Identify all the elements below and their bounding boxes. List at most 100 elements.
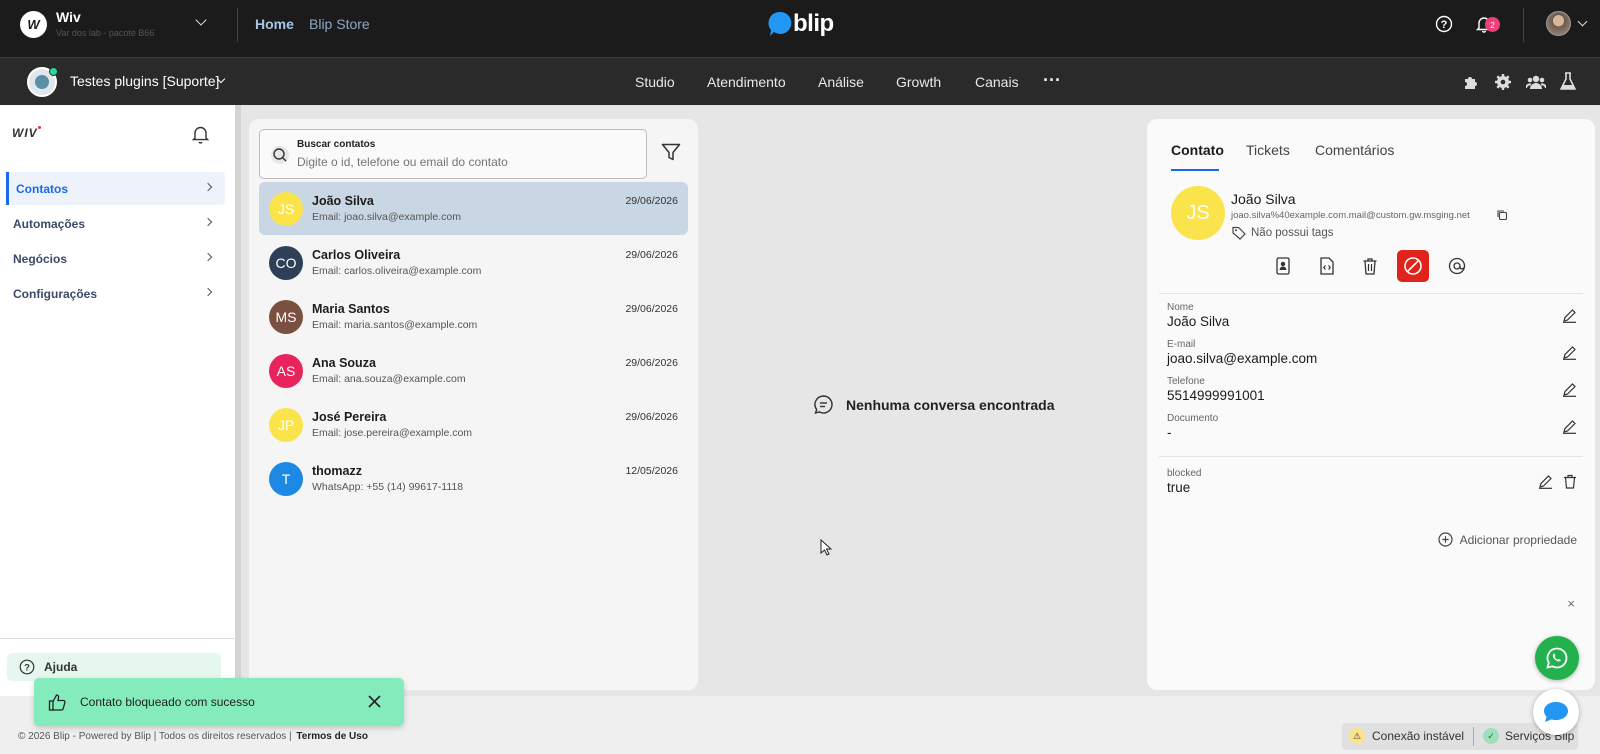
- bot-name[interactable]: Testes plugins [Suporte]: [70, 73, 219, 89]
- code-file-button[interactable]: [1311, 250, 1343, 282]
- contact-info: Ana Souza Email: ana.souza@example.com: [312, 356, 466, 385]
- toast-message: Contato bloqueado com sucesso: [80, 695, 255, 709]
- field-value: João Silva: [1167, 314, 1230, 329]
- menu-analise[interactable]: Análise: [818, 74, 864, 90]
- contact-subtitle: Email: ana.souza@example.com: [312, 373, 466, 385]
- search-box[interactable]: Buscar contatos: [259, 129, 647, 179]
- tab-tickets[interactable]: Tickets: [1246, 142, 1290, 158]
- divider: [237, 8, 238, 42]
- edit-icon[interactable]: [1562, 308, 1577, 323]
- trash-icon: [1363, 258, 1377, 275]
- online-indicator: [49, 67, 58, 76]
- contact-info: José Pereira Email: jose.pereira@example.…: [312, 410, 472, 439]
- sidebar-item-negocios[interactable]: Negócios: [6, 242, 225, 275]
- contact-row[interactable]: AS Ana Souza Email: ana.souza@example.com 2…: [259, 344, 688, 397]
- menu-growth[interactable]: Growth: [896, 74, 941, 90]
- blip-chat-button[interactable]: [1533, 689, 1579, 735]
- trash-icon[interactable]: [1563, 474, 1577, 489]
- search-label: Buscar contatos: [297, 139, 376, 150]
- more-menu-icon[interactable]: ···: [1043, 70, 1061, 91]
- field-label: Documento: [1167, 413, 1219, 424]
- bell-icon[interactable]: [191, 124, 210, 144]
- whatsapp-button[interactable]: [1535, 636, 1579, 680]
- contact-date: 29/06/2026: [625, 249, 678, 261]
- org-avatar[interactable]: W: [20, 11, 47, 38]
- block-icon: [1404, 257, 1422, 275]
- edit-icon[interactable]: [1562, 419, 1577, 434]
- divider: [1473, 727, 1474, 746]
- divider: [1523, 8, 1524, 42]
- sidebar-item-label: Automações: [13, 216, 86, 231]
- contact-info: Carlos Oliveira Email: carlos.oliveira@ex…: [312, 248, 481, 277]
- chevron-down-icon[interactable]: [195, 14, 207, 26]
- contact-avatar: JS: [1171, 186, 1225, 240]
- gear-icon[interactable]: [1494, 73, 1512, 91]
- status-connection[interactable]: ⚠ Conexão instável: [1349, 728, 1464, 744]
- contact-subtitle: Email: maria.santos@example.com: [312, 319, 478, 331]
- contact-subtitle: Email: carlos.oliveira@example.com: [312, 265, 482, 277]
- section-divider: [1159, 293, 1583, 294]
- filter-icon[interactable]: [661, 143, 681, 162]
- contact-row[interactable]: JP José Pereira Email: jose.pereira@exampl…: [259, 398, 688, 451]
- org-subtitle: Var dos lab - pacote B66: [56, 28, 155, 38]
- close-icon[interactable]: [368, 695, 381, 708]
- bot-avatar[interactable]: [27, 67, 58, 97]
- contact-card-button[interactable]: [1267, 250, 1299, 282]
- blip-bubble-icon: [768, 11, 792, 36]
- sidebar-item-contatos[interactable]: Contatos: [6, 172, 225, 205]
- contact-avatar: CO: [269, 245, 303, 280]
- org-name[interactable]: Wiv: [56, 9, 81, 25]
- tab-contato[interactable]: Contato: [1171, 142, 1224, 158]
- field-telefone: Telefone 5514999991001: [1167, 376, 1577, 403]
- nav-home[interactable]: Home: [255, 16, 294, 32]
- edit-icon[interactable]: [1562, 345, 1577, 360]
- terms-link[interactable]: Termos de Uso: [296, 731, 368, 742]
- tag-icon: [1232, 226, 1246, 240]
- svg-text:?: ?: [24, 663, 30, 674]
- help-icon[interactable]: ?: [1435, 15, 1453, 33]
- puzzle-icon[interactable]: [1462, 73, 1480, 91]
- contact-subtitle: Email: jose.pereira@example.com: [312, 427, 473, 439]
- team-icon[interactable]: [1526, 73, 1546, 91]
- contact-row[interactable]: CO Carlos Oliveira Email: carlos.oliveira@…: [259, 236, 688, 289]
- field-label: Nome: [1167, 302, 1194, 313]
- logo-dot: [38, 126, 41, 129]
- contact-name: João Silva: [312, 194, 374, 208]
- help-icon: ?: [19, 659, 35, 675]
- chevron-down-icon[interactable]: [1577, 16, 1588, 27]
- tab-comentarios[interactable]: Comentários: [1315, 142, 1394, 158]
- copy-icon[interactable]: [1496, 209, 1508, 221]
- menu-atendimento[interactable]: Atendimento: [707, 74, 786, 90]
- contact-avatar: T: [269, 461, 303, 496]
- help-label: Ajuda: [44, 660, 78, 674]
- chevron-right-icon: [203, 182, 213, 192]
- contact-date: 12/05/2026: [625, 465, 678, 477]
- warning-icon: ⚠: [1349, 728, 1365, 744]
- delete-contact-button[interactable]: [1354, 250, 1386, 282]
- menu-canais[interactable]: Canais: [975, 74, 1019, 90]
- help-button[interactable]: ? Ajuda: [7, 653, 221, 681]
- flask-icon[interactable]: [1560, 72, 1576, 91]
- search-input[interactable]: [297, 155, 637, 169]
- nav-blip-store[interactable]: Blip Store: [309, 16, 370, 32]
- edit-icon[interactable]: [1562, 382, 1577, 397]
- blip-logo[interactable]: blip: [768, 10, 834, 38]
- close-icon[interactable]: ×: [1567, 596, 1575, 611]
- menu-studio[interactable]: Studio: [635, 74, 675, 90]
- whatsapp-icon: [1546, 647, 1568, 669]
- sidebar-item-automacoes[interactable]: Automações: [6, 207, 225, 240]
- user-avatar[interactable]: [1546, 11, 1571, 36]
- contact-info: Maria Santos Email: maria.santos@example.…: [312, 302, 477, 331]
- contact-card-icon: [1276, 257, 1290, 275]
- contact-row[interactable]: MS Maria Santos Email: maria.santos@exampl…: [259, 290, 688, 343]
- mention-button[interactable]: [1441, 250, 1473, 282]
- chevron-right-icon: [203, 217, 213, 227]
- empty-message: Nenhuma conversa encontrada: [846, 396, 1055, 413]
- contact-row[interactable]: JS João Silva Email: joao.silva@example.co…: [259, 182, 688, 235]
- add-property-button[interactable]: Adicionar propriedade: [1437, 532, 1577, 547]
- sidebar-item-configuracoes[interactable]: Configurações: [6, 277, 225, 310]
- edit-icon[interactable]: [1538, 474, 1553, 489]
- block-contact-button[interactable]: [1397, 250, 1429, 282]
- contact-date: 29/06/2026: [625, 195, 678, 207]
- contact-row[interactable]: Tthomazz WhatsApp: +55 (14) 99617-1118 12/…: [259, 452, 688, 505]
